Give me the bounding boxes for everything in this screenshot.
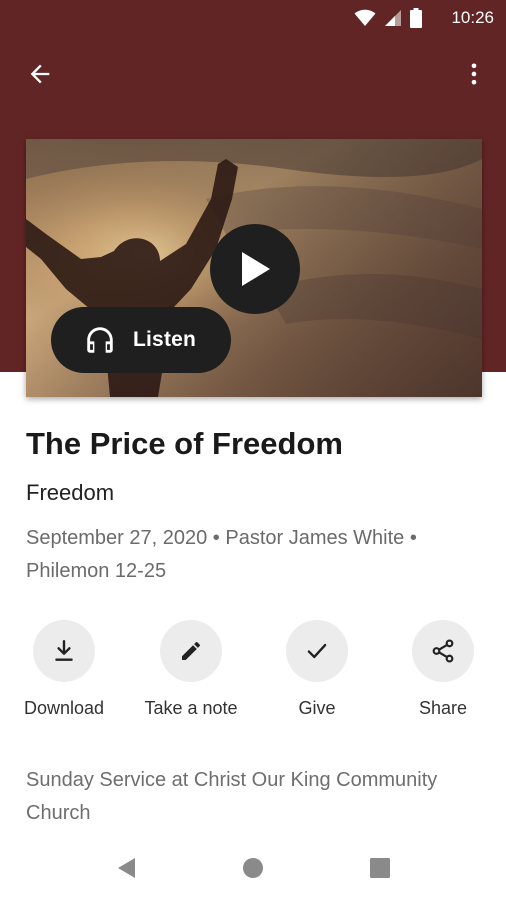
app-bar (0, 48, 506, 100)
more-vert-icon (471, 63, 477, 85)
take-note-button[interactable]: Take a note (126, 620, 256, 719)
give-circle (286, 620, 348, 682)
play-button[interactable] (210, 224, 300, 314)
take-note-circle (160, 620, 222, 682)
battery-icon (410, 8, 422, 28)
listen-label: Listen (133, 328, 197, 351)
download-icon (55, 640, 73, 661)
sermon-meta: September 27, 2020 • Pastor James White … (26, 527, 417, 582)
status-icons (354, 8, 422, 28)
download-button[interactable]: Download (0, 620, 129, 719)
nav-home-button[interactable] (229, 848, 277, 888)
take-note-label: Take a note (144, 698, 238, 718)
pencil-icon (182, 641, 201, 660)
status-time: 10:26 (451, 8, 494, 27)
nav-home-icon (243, 858, 263, 878)
action-row: Download Take a note Give Share (0, 620, 506, 730)
check-icon (307, 643, 327, 659)
arrow-back-icon (30, 64, 50, 84)
give-label: Give (298, 698, 336, 718)
sermon-title: The Price of Freedom (26, 426, 343, 461)
nav-recents-button[interactable] (356, 848, 404, 888)
more-options-button[interactable] (450, 50, 498, 98)
download-label: Download (23, 698, 105, 718)
back-button[interactable] (16, 50, 64, 98)
nav-recents-icon (370, 858, 390, 878)
share-circle (412, 620, 474, 682)
headphones-icon (87, 327, 113, 353)
system-nav-bar (0, 836, 506, 900)
nav-back-icon (118, 858, 135, 878)
play-icon (242, 252, 270, 286)
wifi-icon (354, 9, 376, 26)
status-bar: 10:26 (0, 0, 506, 36)
signal-icon (385, 10, 401, 26)
share-button[interactable]: Share (378, 620, 506, 719)
download-circle (33, 620, 95, 682)
share-label: Share (418, 698, 468, 718)
nav-back-button[interactable] (102, 848, 150, 888)
listen-button[interactable]: Listen (51, 307, 231, 373)
sermon-series: Freedom (26, 480, 115, 505)
share-icon (432, 639, 454, 663)
sermon-description: Sunday Service at Christ Our King Commun… (26, 769, 438, 824)
sermon-hero-image: Listen (26, 139, 482, 397)
give-button[interactable]: Give (252, 620, 382, 719)
